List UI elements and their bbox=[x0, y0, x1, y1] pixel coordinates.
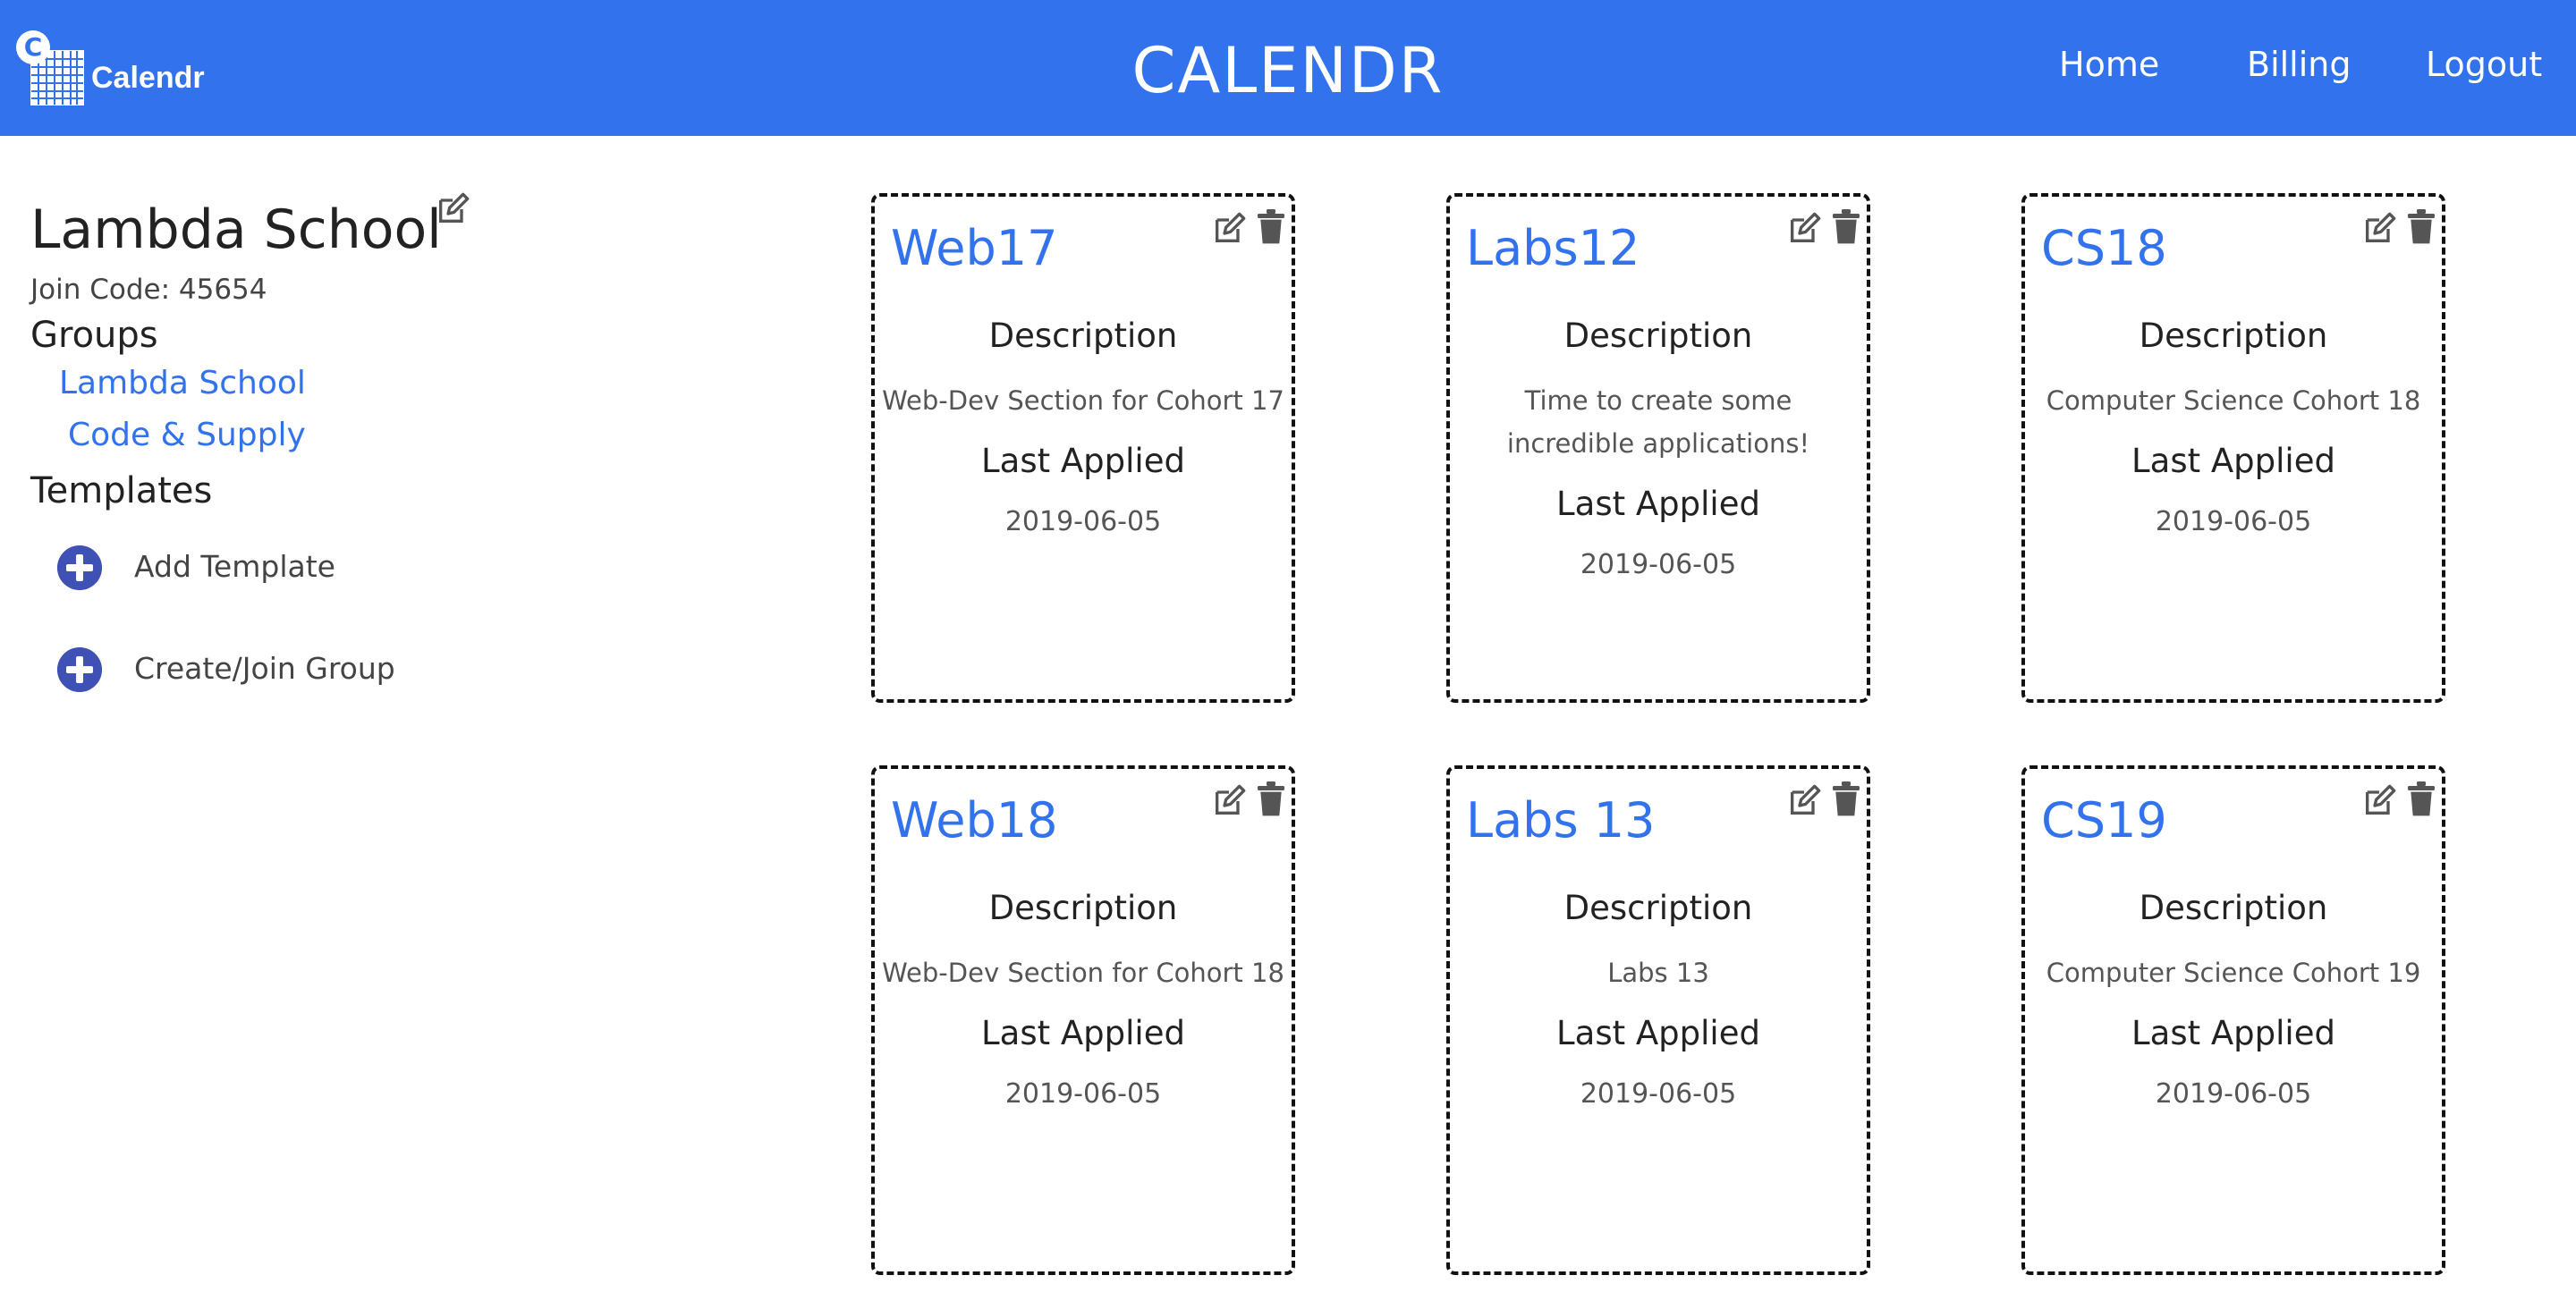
nav-home-link[interactable]: Home bbox=[2059, 45, 2159, 84]
last-applied-date: 2019-06-05 bbox=[2155, 506, 2312, 537]
last-applied-label: Last Applied bbox=[1556, 485, 1760, 523]
description-label: Description bbox=[2139, 317, 2328, 355]
card-description: Computer Science Cohort 19 bbox=[2046, 958, 2421, 988]
join-code: Join Code: 45654 bbox=[30, 274, 267, 306]
card-description: Computer Science Cohort 18 bbox=[2046, 385, 2421, 416]
app-logo[interactable]: C Calendr bbox=[14, 25, 229, 107]
card-title[interactable]: Labs 13 bbox=[1466, 792, 1655, 849]
card-body: Description Labs 13 Last Applied 2019-06… bbox=[1450, 889, 1867, 1112]
description-label: Description bbox=[988, 317, 1178, 355]
last-applied-label: Last Applied bbox=[981, 1014, 1185, 1052]
trash-icon[interactable] bbox=[1831, 781, 1861, 817]
template-card[interactable]: Web18 Description Web-Dev Section for Co… bbox=[871, 765, 1295, 1275]
card-title[interactable]: CS18 bbox=[2041, 220, 2167, 276]
template-card[interactable]: Labs12 Description Time to create some i… bbox=[1446, 193, 1870, 703]
last-applied-label: Last Applied bbox=[981, 442, 1185, 480]
description-label: Description bbox=[1563, 889, 1753, 927]
template-card[interactable]: Labs 13 Description Labs 13 Last Applied… bbox=[1446, 765, 1870, 1275]
card-title[interactable]: CS19 bbox=[2041, 792, 2167, 849]
group-link-code-and-supply[interactable]: Code & Supply bbox=[68, 417, 306, 453]
last-applied-date: 2019-06-05 bbox=[1580, 1078, 1737, 1110]
card-body: Description Computer Science Cohort 18 L… bbox=[2025, 317, 2442, 540]
edit-icon[interactable] bbox=[2361, 211, 2397, 247]
card-body: Description Web-Dev Section for Cohort 1… bbox=[875, 317, 1292, 540]
description-label: Description bbox=[988, 889, 1178, 927]
template-card[interactable]: CS18 Description Computer Science Cohort… bbox=[2021, 193, 2445, 703]
trash-icon[interactable] bbox=[1831, 209, 1861, 245]
templates-heading: Templates bbox=[30, 470, 213, 511]
create-join-group-label: Create/Join Group bbox=[134, 651, 395, 686]
last-applied-date: 2019-06-05 bbox=[1004, 506, 1162, 537]
app-title: CALENDR bbox=[1131, 34, 1445, 107]
logo-text: Calendr bbox=[91, 61, 205, 95]
groups-heading: Groups bbox=[30, 315, 158, 356]
edit-icon[interactable] bbox=[435, 191, 470, 227]
edit-icon[interactable] bbox=[1786, 783, 1822, 819]
card-body: Description Computer Science Cohort 19 L… bbox=[2025, 889, 2442, 1112]
card-body: Description Time to create some incredib… bbox=[1450, 317, 1867, 583]
card-description: Labs 13 bbox=[1607, 958, 1709, 988]
last-applied-label: Last Applied bbox=[2131, 442, 2335, 480]
card-body: Description Web-Dev Section for Cohort 1… bbox=[875, 889, 1292, 1112]
plus-circle-icon bbox=[57, 647, 102, 692]
card-title[interactable]: Labs12 bbox=[1466, 220, 1640, 276]
trash-icon[interactable] bbox=[1256, 209, 1286, 245]
card-description: Web-Dev Section for Cohort 17 bbox=[882, 385, 1284, 416]
edit-icon[interactable] bbox=[1211, 783, 1247, 819]
description-label: Description bbox=[1563, 317, 1753, 355]
logo-letter: C bbox=[16, 30, 50, 64]
last-applied-date: 2019-06-05 bbox=[1580, 549, 1737, 580]
last-applied-label: Last Applied bbox=[1556, 1014, 1760, 1052]
trash-icon[interactable] bbox=[2406, 781, 2436, 817]
edit-icon[interactable] bbox=[1786, 211, 1822, 247]
edit-icon[interactable] bbox=[2361, 783, 2397, 819]
nav-billing-link[interactable]: Billing bbox=[2247, 45, 2351, 84]
last-applied-date: 2019-06-05 bbox=[2155, 1078, 2312, 1110]
template-card[interactable]: CS19 Description Computer Science Cohort… bbox=[2021, 765, 2445, 1275]
last-applied-label: Last Applied bbox=[2131, 1014, 2335, 1052]
card-description: Web-Dev Section for Cohort 18 bbox=[882, 958, 1284, 988]
edit-icon[interactable] bbox=[1211, 211, 1247, 247]
group-link-lambda-school[interactable]: Lambda School bbox=[59, 365, 306, 401]
top-navbar: C Calendr CALENDR Home Billing Logout bbox=[0, 0, 2576, 136]
description-label: Description bbox=[2139, 889, 2328, 927]
trash-icon[interactable] bbox=[1256, 781, 1286, 817]
nav-logout-link[interactable]: Logout bbox=[2426, 45, 2542, 84]
card-title[interactable]: Web18 bbox=[891, 792, 1057, 849]
card-title[interactable]: Web17 bbox=[891, 220, 1057, 276]
template-card[interactable]: Web17 Description Web-Dev Section for Co… bbox=[871, 193, 1295, 703]
plus-circle-icon bbox=[57, 545, 102, 590]
add-template-label: Add Template bbox=[134, 549, 335, 584]
card-description: Time to create some incredible applicati… bbox=[1506, 385, 1810, 459]
trash-icon[interactable] bbox=[2406, 209, 2436, 245]
last-applied-date: 2019-06-05 bbox=[1004, 1078, 1162, 1110]
org-name: Lambda School bbox=[30, 198, 442, 261]
